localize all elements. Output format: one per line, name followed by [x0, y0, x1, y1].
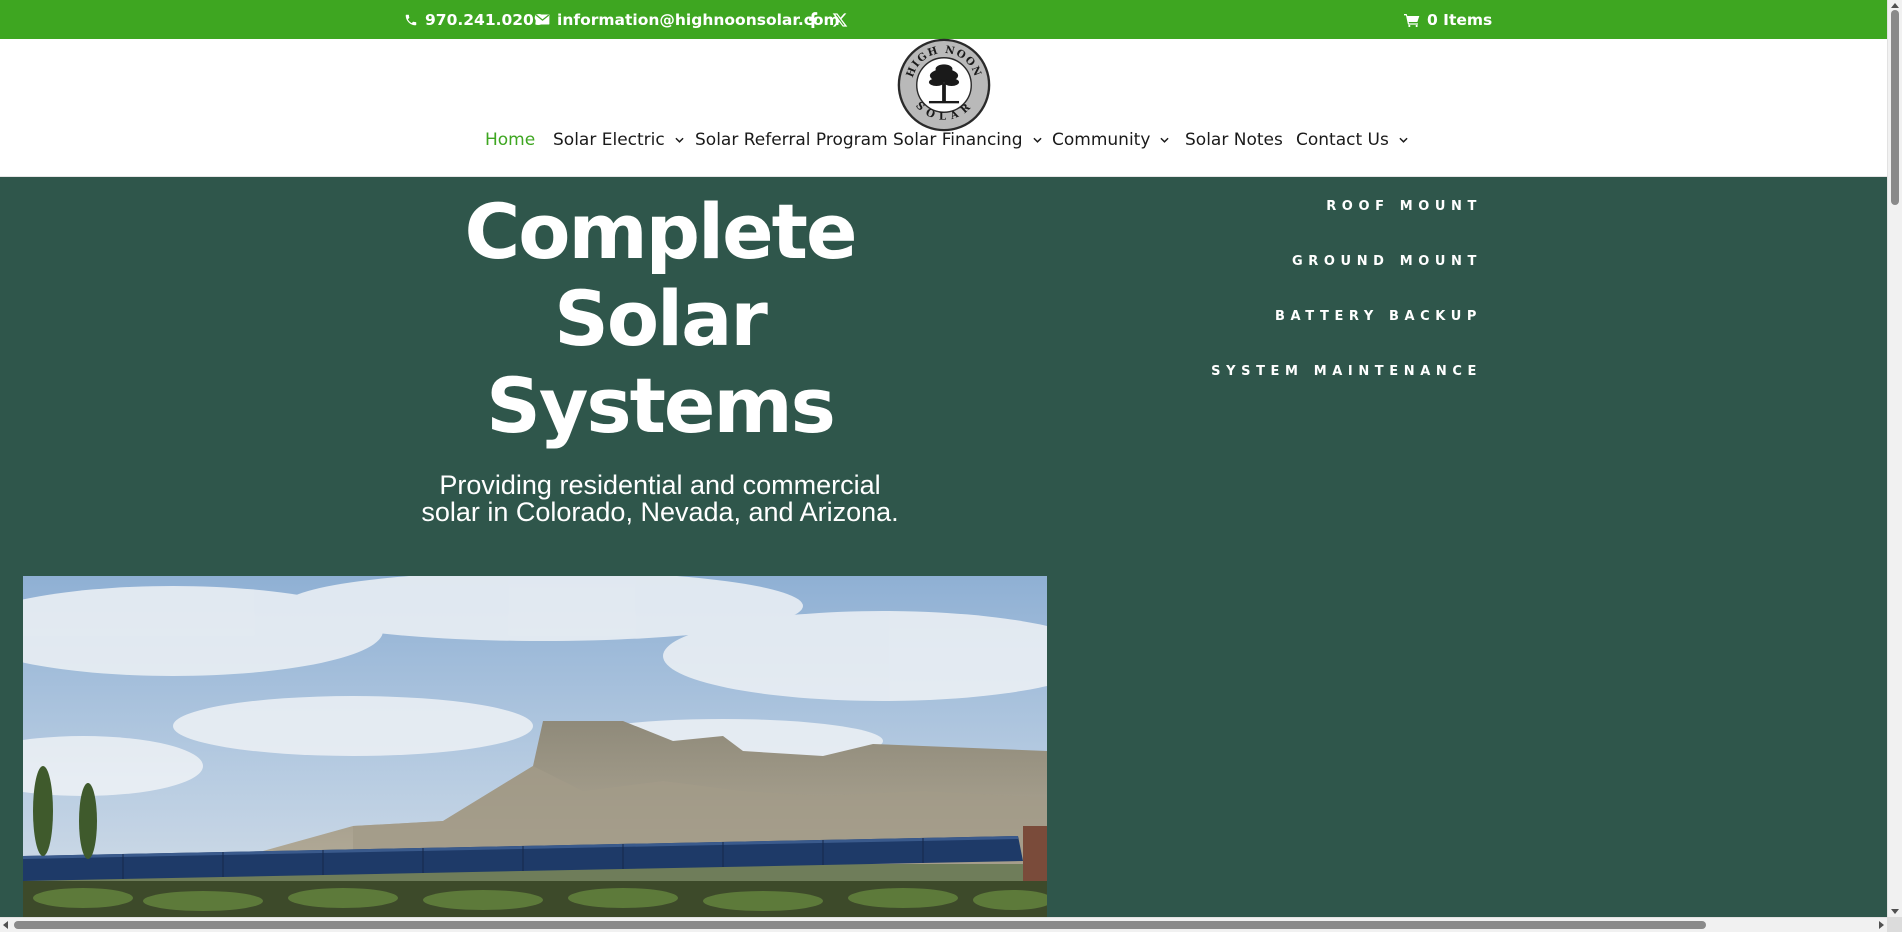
hero-title-line: Solar [554, 274, 768, 363]
nav-item-home[interactable]: Home [485, 123, 535, 157]
service-links: ROOF MOUNT GROUND MOUNT BATTERY BACKUP S… [1211, 199, 1482, 419]
phone-number: 970.241.0209 [425, 10, 545, 29]
scroll-up-icon[interactable] [1891, 3, 1899, 8]
hero-title: Complete Solar Systems [380, 188, 940, 449]
phone-icon [405, 14, 417, 25]
nav-item-label: Solar Financing [893, 130, 1023, 150]
nav-item-label: Solar Referral Program [695, 130, 888, 150]
vertical-scrollbar[interactable] [1887, 0, 1902, 917]
horizontal-scroll-thumb[interactable] [14, 921, 1706, 929]
main-nav: Home Solar Electric Solar Referral Progr… [0, 123, 1887, 157]
facebook-link[interactable] [808, 0, 825, 39]
nav-item-solar-electric[interactable]: Solar Electric [553, 123, 684, 157]
chevron-down-icon [675, 137, 684, 143]
hero-section: Complete Solar Systems Providing residen… [0, 177, 1887, 917]
nav-item-label: Contact Us [1296, 130, 1389, 150]
scroll-left-icon[interactable] [3, 921, 8, 929]
nav-item-solar-notes[interactable]: Solar Notes [1185, 123, 1283, 157]
chevron-down-icon [1399, 137, 1408, 143]
nav-item-contact-us[interactable]: Contact Us [1296, 123, 1408, 157]
cart-link[interactable]: 0 Items [1404, 0, 1492, 39]
horizontal-scrollbar[interactable] [0, 917, 1887, 932]
top-bar: 970.241.0209 information@highnoonsolar.c… [0, 0, 1887, 39]
hero-title-line: Systems [486, 361, 836, 450]
scroll-down-icon[interactable] [1891, 909, 1899, 914]
nav-item-solar-financing[interactable]: Solar Financing [893, 123, 1042, 157]
site-logo[interactable]: HIGH NOON SOLAR [897, 38, 991, 132]
hero-subtitle-line: Providing residential and commercial [439, 470, 881, 500]
service-link-roof-mount[interactable]: ROOF MOUNT [1211, 199, 1482, 254]
nav-item-community[interactable]: Community [1052, 123, 1169, 157]
phone-link[interactable]: 970.241.0209 [404, 0, 545, 39]
email-address: information@highnoonsolar.com [557, 10, 840, 29]
vertical-scroll-thumb[interactable] [1891, 10, 1899, 205]
nav-item-label: Community [1052, 130, 1151, 150]
facebook-icon [809, 11, 818, 28]
cart-icon [1404, 13, 1420, 27]
hero-subtitle: Providing residential and commercial sol… [380, 472, 940, 526]
hero-title-line: Complete [464, 187, 857, 276]
service-link-ground-mount[interactable]: GROUND MOUNT [1211, 254, 1482, 309]
x-twitter-icon [832, 12, 848, 27]
email-link[interactable]: information@highnoonsolar.com [535, 0, 840, 39]
service-link-battery-backup[interactable]: BATTERY BACKUP [1211, 309, 1482, 364]
scroll-right-icon[interactable] [1879, 921, 1884, 929]
service-link-system-maintenance[interactable]: SYSTEM MAINTENANCE [1211, 364, 1482, 419]
email-icon [535, 14, 550, 25]
hero-photo [23, 576, 1047, 917]
nav-item-solar-referral-program[interactable]: Solar Referral Program [695, 123, 888, 157]
chevron-down-icon [1160, 137, 1169, 143]
site-header: HIGH NOON SOLAR Home Solar Electric Sola… [0, 38, 1887, 177]
nav-item-label: Home [485, 130, 536, 150]
x-twitter-link[interactable] [832, 0, 855, 39]
hero-subtitle-line: solar in Colorado, Nevada, and Arizona. [421, 497, 899, 527]
cart-count: 0 Items [1427, 10, 1493, 29]
nav-item-label: Solar Electric [553, 130, 665, 150]
nav-item-label: Solar Notes [1185, 130, 1283, 150]
scrollbar-corner [1887, 917, 1902, 932]
chevron-down-icon [1032, 137, 1042, 143]
